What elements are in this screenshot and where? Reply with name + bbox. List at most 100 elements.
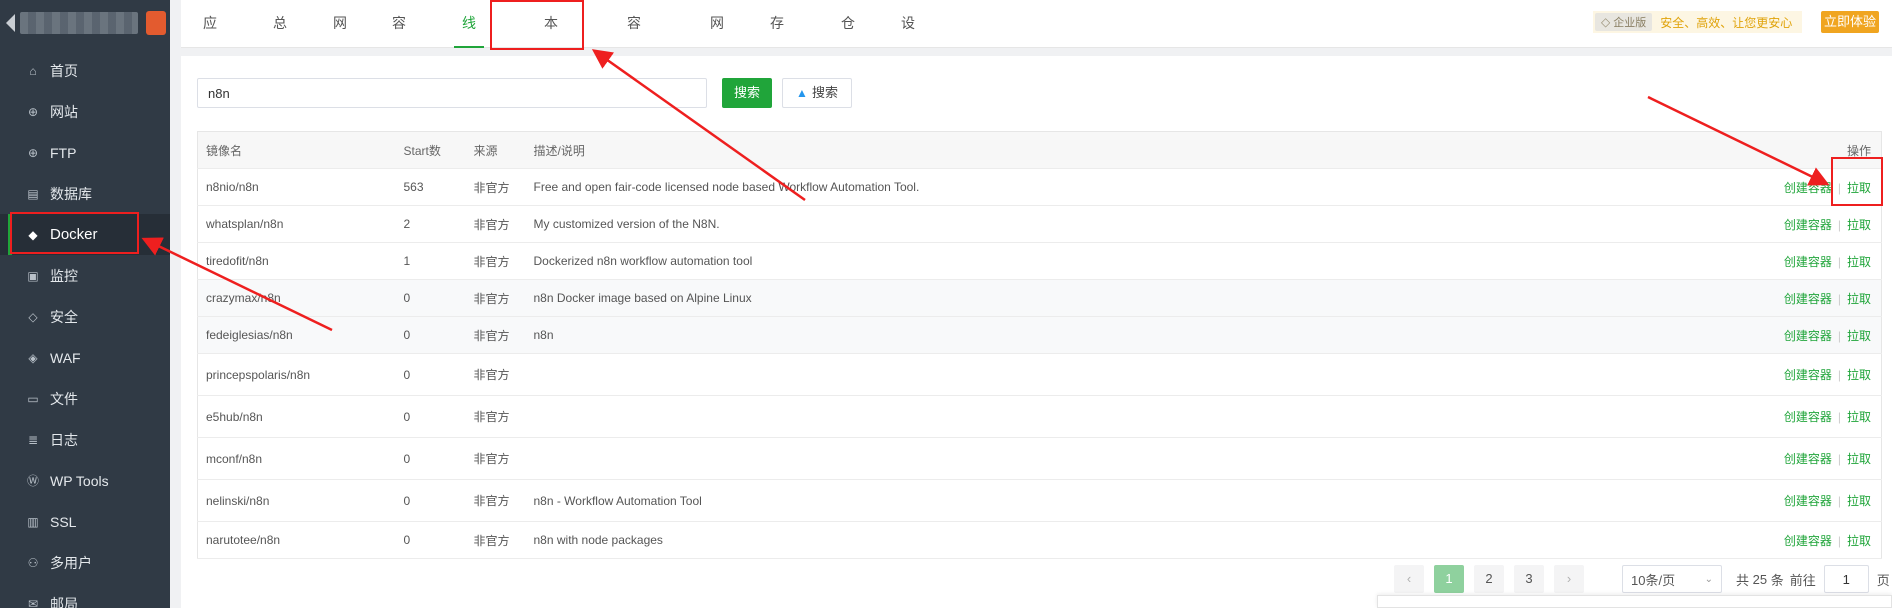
tab-4[interactable]: 线上镜像 [454, 0, 484, 169]
cell-stars: 0 [395, 353, 466, 396]
create-container-link[interactable]: 创建容器 [1784, 410, 1832, 424]
cell-source: 非官方 [465, 353, 526, 396]
create-container-link[interactable]: 创建容器 [1784, 218, 1832, 232]
sidebar-item-label: 首页 [50, 62, 78, 79]
tab-9[interactable]: 仓库 [841, 0, 855, 77]
table-body: n8nio/n8n 563 非官方 Free and open fair-code l… [197, 168, 1882, 559]
total-suffix: 条 [1770, 572, 1784, 588]
cell-stars: 0 [395, 316, 466, 354]
docker-hub-search-button[interactable]: ▲ 搜索 [782, 78, 852, 108]
cell-actions: 创建容器 | 拉取 [1681, 395, 1882, 438]
tab-2[interactable]: 网站 [333, 0, 347, 77]
sidebar-item-label: WP Tools [50, 472, 109, 489]
sidebar-item-数据库[interactable]: ▤ 数据库 [0, 173, 170, 214]
sidebar-nav: ⌂ 首页 ⊕ 网站 ⊕ FTP ▤ 数据库 ◆ Docker ▣ 监控 ◇ 安全 ◈ WAF ▭ 文件 ≣ 日志 Ⓦ WP… [0, 50, 170, 608]
pull-image-link[interactable]: 拉取 [1847, 534, 1871, 548]
globe-icon: ⊕ [27, 104, 39, 119]
sidebar-item-label: 安全 [50, 308, 78, 325]
pull-image-link[interactable]: 拉取 [1847, 410, 1871, 424]
pull-image-link[interactable]: 拉取 [1847, 255, 1871, 269]
cell-stars: 0 [395, 437, 466, 480]
pagination: ‹ 1 2 3 › 10条/页⌄ 共 25 条 前往 页 [1394, 564, 1890, 594]
cell-desc: n8n with node packages [525, 521, 1682, 559]
pull-image-link[interactable]: 拉取 [1847, 329, 1871, 343]
create-container-link[interactable]: 创建容器 [1784, 292, 1832, 306]
try-now-button[interactable]: 立即体验 [1821, 11, 1879, 33]
pull-image-link[interactable]: 拉取 [1847, 368, 1871, 382]
page-3-button[interactable]: 3 [1514, 565, 1544, 593]
prev-page-button[interactable]: ‹ [1394, 565, 1424, 593]
create-container-link[interactable]: 创建容器 [1784, 181, 1832, 195]
sidebar-item-监控[interactable]: ▣ 监控 [0, 255, 170, 296]
main-panel: 搜索 ▲搜索 镜像名 Start数 来源 描述/说明 操作 n8nio/n8n5… [181, 56, 1892, 608]
sidebar-item-网站[interactable]: ⊕ 网站 [0, 91, 170, 132]
pull-image-link[interactable]: 拉取 [1847, 452, 1871, 466]
cell-desc [525, 353, 1682, 396]
cell-source: 非官方 [465, 437, 526, 480]
sidebar-item-label: 日志 [50, 431, 78, 448]
search-button[interactable]: 搜索 [722, 78, 772, 108]
pull-image-link[interactable]: 拉取 [1847, 218, 1871, 232]
tab-8[interactable]: 存储卷 [770, 0, 784, 123]
sidebar-item-多用户[interactable]: ⚇ 多用户 [0, 542, 170, 583]
goto-page-input[interactable] [1823, 565, 1869, 593]
table-row: crazymax/n8n 0 非官方 n8n Docker image based o… [197, 279, 1882, 317]
cell-source: 非官方 [465, 521, 526, 559]
cell-desc: n8n [525, 316, 1682, 354]
table-row: narutotee/n8n 0 非官方 n8n with node packages 创… [197, 521, 1882, 559]
col-header-name: 镜像名 [197, 131, 396, 169]
tab-6[interactable]: 容器编排 [627, 0, 641, 169]
col-header-desc: 描述/说明 [525, 131, 1682, 169]
create-container-link[interactable]: 创建容器 [1784, 452, 1832, 466]
page-2-button[interactable]: 2 [1474, 565, 1504, 593]
sidebar-item-ssl[interactable]: ▥ SSL [0, 501, 170, 542]
cell-actions: 创建容器 | 拉取 [1681, 479, 1882, 522]
table-header-row: 镜像名 Start数 来源 描述/说明 操作 [197, 131, 1882, 169]
image-search-input[interactable] [197, 78, 707, 108]
home-icon: ⌂ [29, 63, 37, 78]
sidebar-item-label: 多用户 [50, 554, 92, 571]
sidebar-item-wp-tools[interactable]: Ⓦ WP Tools [0, 460, 170, 501]
tab-3[interactable]: 容器 [392, 0, 406, 77]
monitor-icon: ▣ [27, 268, 39, 283]
tab-7[interactable]: 网络 [710, 0, 724, 77]
page-1-button[interactable]: 1 [1434, 565, 1464, 593]
sidebar-item-邮局[interactable]: ✉ 邮局 [0, 583, 170, 608]
enterprise-banner[interactable]: ◇ 企业版 安全、高效、让您更安心 [1593, 11, 1803, 33]
sidebar-item-文件[interactable]: ▭ 文件 [0, 378, 170, 419]
next-page-button[interactable]: › [1554, 565, 1584, 593]
table-row: whatsplan/n8n 2 非官方 My customized version o… [197, 205, 1882, 243]
sidebar-item-日志[interactable]: ≣ 日志 [0, 419, 170, 460]
create-container-link[interactable]: 创建容器 [1784, 494, 1832, 508]
cell-actions: 创建容器 | 拉取 [1681, 353, 1882, 396]
cell-desc: Free and open fair-code licensed node ba… [525, 168, 1682, 206]
sidebar-item-ftp[interactable]: ⊕ FTP [0, 132, 170, 173]
goto-prefix: 前往 [1789, 572, 1816, 588]
table-row: princepspolaris/n8n 0 非官方 创建容器 | 拉取 [197, 353, 1882, 396]
action-separator: | [1837, 452, 1841, 466]
cell-name: tiredofit/n8n [197, 242, 396, 280]
sidebar-item-首页[interactable]: ⌂ 首页 [0, 50, 170, 91]
sidebar-item-waf[interactable]: ◈ WAF [0, 337, 170, 378]
sidebar-item-安全[interactable]: ◇ 安全 [0, 296, 170, 337]
cell-name: crazymax/n8n [197, 279, 396, 317]
create-container-link[interactable]: 创建容器 [1784, 368, 1832, 382]
create-container-link[interactable]: 创建容器 [1784, 534, 1832, 548]
cell-source: 非官方 [465, 205, 526, 243]
pull-image-link[interactable]: 拉取 [1847, 494, 1871, 508]
tab-0[interactable]: 应用商店 [203, 0, 217, 169]
ssl-icon: ▥ [27, 514, 39, 529]
annotation-box-tab [490, 0, 584, 50]
create-container-link[interactable]: 创建容器 [1784, 329, 1832, 343]
tab-1[interactable]: 总览 [273, 0, 287, 77]
create-container-link[interactable]: 创建容器 [1784, 255, 1832, 269]
total-prefix: 共 [1736, 572, 1750, 588]
pull-image-link[interactable]: 拉取 [1847, 292, 1871, 306]
collapse-arrow-icon[interactable] [6, 14, 15, 32]
page-size-select[interactable]: 10条/页 ⌄ [1622, 565, 1722, 593]
cell-source: 非官方 [465, 242, 526, 280]
sidebar-item-label: 监控 [50, 267, 78, 284]
total-count: 25 [1752, 571, 1768, 587]
enterprise-badge: ◇ 企业版 [1595, 13, 1653, 31]
tab-10[interactable]: 设置 [901, 0, 915, 77]
